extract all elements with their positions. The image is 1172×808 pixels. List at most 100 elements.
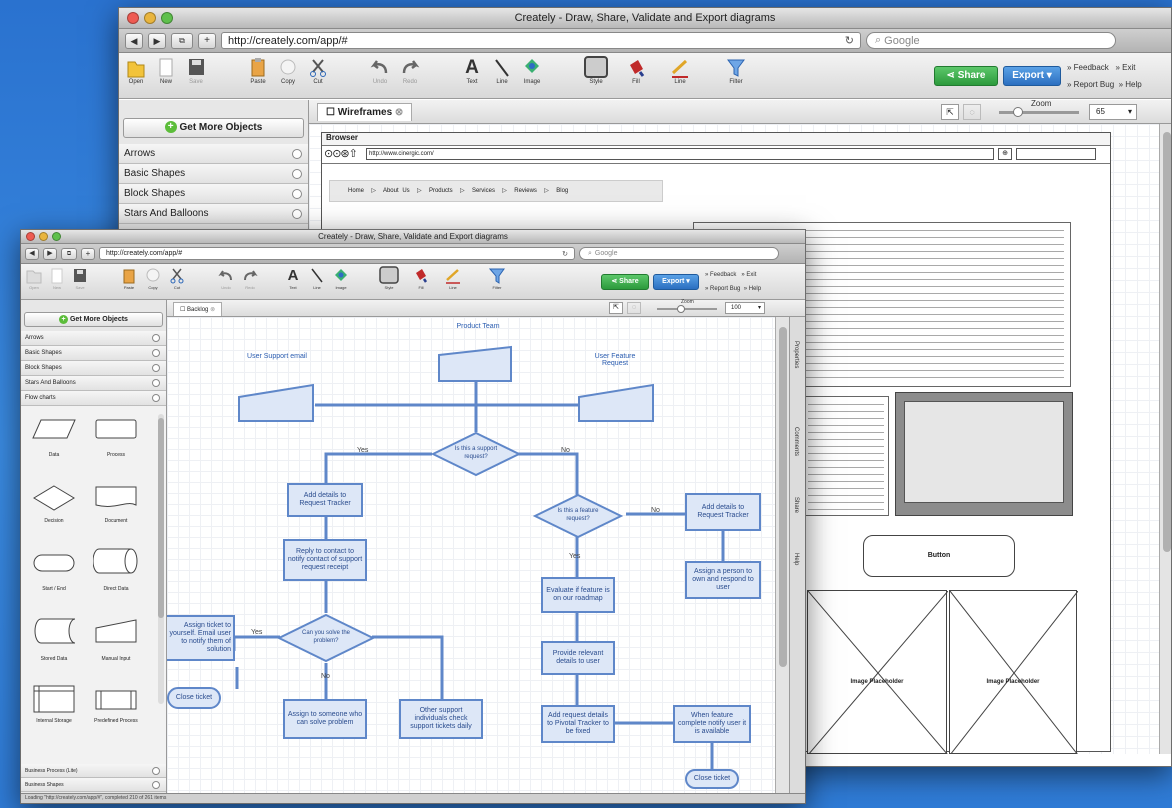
filter-tool[interactable]: Filter: [723, 57, 749, 85]
forward-button[interactable]: ▶: [148, 32, 166, 49]
input-shape-user-support[interactable]: [237, 383, 315, 428]
scrollbar-thumb[interactable]: [158, 418, 164, 618]
export-button[interactable]: Export ▾: [1003, 66, 1061, 86]
fill-tool[interactable]: Fill: [623, 57, 649, 85]
zoom-slider[interactable]: Zoom: [999, 99, 1079, 117]
shape-predefined-process[interactable]: Predefined Process: [89, 688, 143, 725]
line-tool[interactable]: Line: [489, 57, 515, 85]
feedback-link[interactable]: » Feedback: [705, 272, 736, 278]
category-business-shapes[interactable]: Business Shapes: [21, 778, 166, 792]
minimize-window-button[interactable]: [39, 232, 48, 241]
style-tool[interactable]: Style: [377, 266, 401, 290]
back-button[interactable]: ◀: [125, 32, 143, 49]
help-link[interactable]: » Help: [744, 286, 761, 292]
filter-tool[interactable]: Filter: [487, 267, 507, 290]
copy-tool[interactable]: Copy: [275, 57, 301, 85]
category-stars-balloons[interactable]: Stars And Balloons: [119, 204, 308, 224]
reload-icon[interactable]: ↻: [562, 250, 568, 258]
exit-link[interactable]: » Exit: [1115, 63, 1135, 72]
properties-tab[interactable]: Properties: [793, 341, 799, 368]
report-bug-link[interactable]: » Report Bug: [1067, 80, 1114, 89]
zoom-slider-thumb[interactable]: [677, 305, 685, 313]
shape-stored-data[interactable]: Stored Data: [27, 616, 81, 662]
minimize-window-button[interactable]: [144, 12, 156, 24]
line-style-tool[interactable]: Line: [667, 57, 693, 85]
category-flow-charts[interactable]: Flow charts: [21, 391, 166, 406]
process-add-details-2[interactable]: Add details to Request Tracker: [685, 493, 761, 531]
copy-tool[interactable]: Copy: [143, 267, 163, 290]
category-basic-shapes[interactable]: Basic Shapes: [119, 164, 308, 184]
lasso-tool[interactable]: ◌: [963, 104, 981, 120]
export-button[interactable]: Export ▾: [653, 274, 699, 290]
forward-button[interactable]: ▶: [43, 247, 57, 260]
tab-close-icon[interactable]: ⊗: [395, 107, 403, 118]
address-bar[interactable]: http://creately.com/app/# ↻: [99, 247, 575, 260]
category-block-shapes[interactable]: Block Shapes: [119, 184, 308, 204]
decision-is-support[interactable]: Is this a support request?: [431, 431, 521, 477]
input-shape-product-team[interactable]: [437, 345, 513, 388]
process-assign-someone[interactable]: Assign to someone who can solve problem: [283, 699, 367, 739]
help-link[interactable]: » Help: [1119, 80, 1142, 89]
fill-tool[interactable]: Fill: [411, 267, 431, 290]
shape-process[interactable]: Process: [89, 418, 143, 458]
pointer-tool[interactable]: ⇱: [941, 104, 959, 120]
reload-icon[interactable]: ↻: [845, 34, 854, 47]
report-bug-link[interactable]: » Report Bug: [705, 286, 740, 292]
category-stars-balloons[interactable]: Stars And Balloons: [21, 376, 166, 391]
help-tab[interactable]: Help: [793, 553, 799, 565]
search-field[interactable]: ⌕ Google: [866, 32, 1116, 49]
scrollbar-thumb[interactable]: [779, 327, 787, 667]
open-tool[interactable]: Open: [24, 267, 44, 290]
zoom-select[interactable]: 100 ▾: [725, 302, 765, 314]
image-tool[interactable]: Image: [331, 267, 351, 290]
text-tool[interactable]: A Text: [283, 267, 303, 290]
category-block-shapes[interactable]: Block Shapes: [21, 361, 166, 376]
process-other-support[interactable]: Other support individuals check support …: [399, 699, 483, 739]
category-arrows[interactable]: Arrows: [21, 331, 166, 346]
process-evaluate[interactable]: Evaluate if feature is on our roadmap: [541, 577, 615, 613]
get-more-objects-button[interactable]: + Get More Objects: [123, 118, 304, 138]
shape-decision[interactable]: Decision: [27, 484, 81, 524]
process-add-details-1[interactable]: Add details to Request Tracker: [287, 483, 363, 517]
decision-is-feature[interactable]: Is this a feature request?: [533, 493, 623, 539]
decision-can-solve[interactable]: Can you solve the problem?: [277, 613, 375, 663]
new-tool[interactable]: New: [153, 57, 179, 85]
text-tool[interactable]: A Text: [459, 57, 485, 85]
shape-start-end[interactable]: Start / End: [27, 552, 81, 592]
palette-scrollbar[interactable]: [158, 414, 164, 704]
paste-tool[interactable]: Paste: [245, 57, 271, 85]
exit-link[interactable]: » Exit: [741, 272, 756, 278]
category-business-process-lite[interactable]: Business Process (Lite): [21, 764, 166, 778]
shape-document[interactable]: Document: [89, 484, 143, 524]
tab-wireframes[interactable]: ☐ Wireframes ⊗: [317, 103, 413, 121]
category-basic-shapes[interactable]: Basic Shapes: [21, 346, 166, 361]
back-canvas-scrollbar[interactable]: [1159, 124, 1171, 754]
save-tool[interactable]: Save: [183, 57, 209, 85]
undo-tool[interactable]: Undo: [216, 267, 236, 290]
flowchart-canvas[interactable]: Product Team User Support email User Fea…: [167, 317, 775, 793]
redo-tool[interactable]: Redo: [397, 57, 423, 85]
process-add-request[interactable]: Add request details to Pivotal Tracker t…: [541, 705, 615, 743]
shape-direct-data[interactable]: Direct Data: [89, 546, 143, 592]
input-shape-user-feature[interactable]: [577, 383, 655, 428]
zoom-select[interactable]: 65 ▾: [1089, 104, 1137, 120]
back-button[interactable]: ◀: [25, 247, 39, 260]
terminator-close-ticket-1[interactable]: Close ticket: [167, 687, 221, 709]
flowchart-scrollbar[interactable]: [775, 317, 789, 793]
line-style-tool[interactable]: Line: [443, 267, 463, 290]
undo-tool[interactable]: Undo: [367, 57, 393, 85]
open-tool[interactable]: Open: [123, 57, 149, 85]
zoom-slider[interactable]: Zoom: [657, 299, 717, 313]
zoom-slider-thumb[interactable]: [1013, 107, 1023, 117]
category-arrows[interactable]: Arrows: [119, 144, 308, 164]
process-assign-self[interactable]: Assign ticket to yourself. Email user to…: [167, 615, 235, 661]
tab-backlog[interactable]: ☐ Backlog ⊗: [173, 302, 223, 316]
get-more-objects-button[interactable]: + Get More Objects: [24, 312, 163, 327]
share-button[interactable]: ⋖ Share: [934, 66, 998, 86]
process-reply-contact[interactable]: Reply to contact to notify contact of su…: [283, 539, 367, 581]
cut-tool[interactable]: Cut: [305, 57, 331, 85]
new-tool[interactable]: New: [47, 267, 67, 290]
shape-internal-storage[interactable]: Internal Storage: [27, 684, 81, 725]
image-tool[interactable]: Image: [519, 57, 545, 85]
address-bar[interactable]: http://creately.com/app/# ↻: [221, 32, 861, 49]
